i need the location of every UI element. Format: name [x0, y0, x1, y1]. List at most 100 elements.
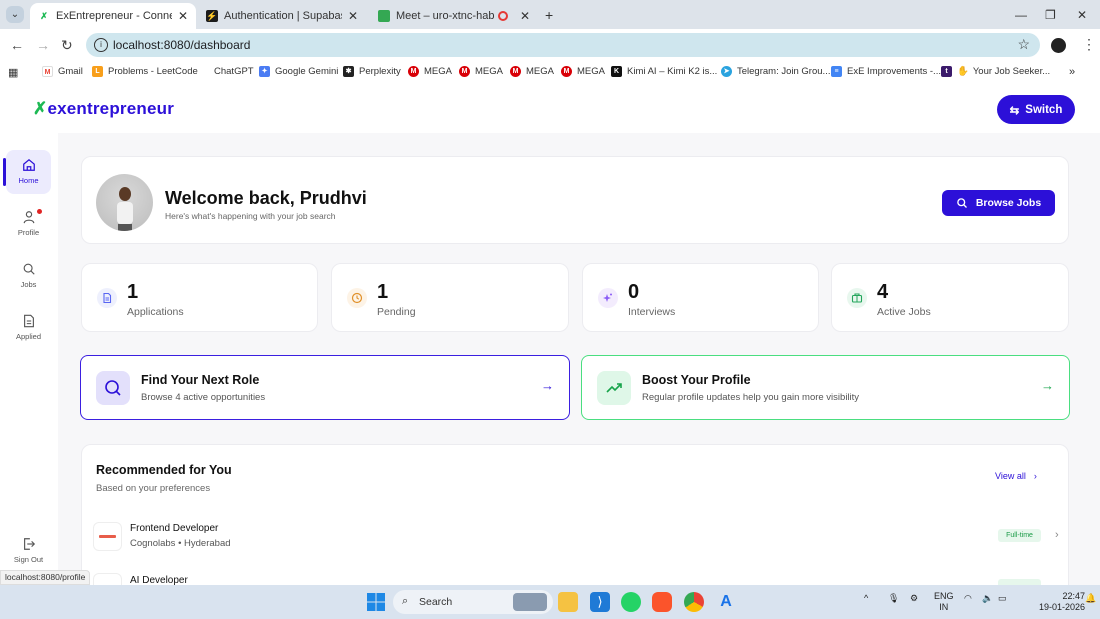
bookmark-perplexity[interactable]: ✱ Perplexity	[343, 66, 401, 77]
forward-icon[interactable]: →	[36, 37, 50, 53]
job-location: Hyderabad	[184, 538, 231, 549]
bookmark-label: Telegram: Join Grou...	[737, 66, 831, 77]
tab-supabase[interactable]: ⚡ Authentication | Supabase ✕	[198, 3, 366, 29]
clock[interactable]: 22:47 19-01-2026	[1039, 591, 1085, 613]
bookmark-mega-2[interactable]: M MEGA	[459, 66, 503, 77]
company-logo	[93, 573, 122, 585]
bookmark-label: Problems - LeetCode	[108, 66, 198, 77]
bookmark-label: Your Job Seeker...	[972, 66, 1051, 77]
vscode-icon[interactable]: ⟩	[590, 592, 610, 612]
clock-icon	[347, 288, 367, 308]
minimize-icon[interactable]: —	[1015, 8, 1027, 22]
sidebar-item-profile[interactable]: Profile	[6, 202, 51, 246]
close-icon[interactable]: ✕	[178, 9, 188, 23]
bookmark-label: Gmail	[58, 66, 83, 77]
bookmark-gmail[interactable]: M Gmail	[42, 66, 83, 77]
boost-profile-card[interactable]: Boost Your Profile Regular profile updat…	[581, 355, 1070, 420]
file-explorer-icon[interactable]	[558, 592, 578, 612]
welcome-card: Welcome back, Prudhvi Here's what's happ…	[81, 156, 1069, 244]
browse-jobs-label: Browse Jobs	[975, 197, 1042, 209]
tab-meet[interactable]: Meet – uro-xtnc-hab ✕	[370, 3, 538, 29]
speaker-icon[interactable]: 🔈	[982, 593, 993, 604]
sign-out-button[interactable]: Sign Out	[6, 529, 51, 573]
brand-logo[interactable]: ✗exentrepreneur	[33, 99, 174, 119]
battery-icon[interactable]: ▭	[998, 593, 1007, 604]
stat-value: 4	[877, 281, 889, 303]
search-icon: ⌕	[402, 595, 409, 607]
bookmark-telegram[interactable]: ➤ Telegram: Join Grou...	[721, 66, 830, 77]
window-close-icon[interactable]: ✕	[1077, 8, 1087, 22]
docs-icon: ≡	[831, 66, 842, 77]
brave-icon[interactable]	[652, 592, 672, 612]
trending-up-icon	[597, 371, 631, 405]
language-indicator[interactable]: ENG IN	[934, 591, 954, 613]
supabase-favicon: ⚡	[206, 10, 218, 22]
taskbar-search[interactable]: ⌕ Search	[393, 590, 553, 614]
notification-bell-icon[interactable]: 🔔	[1085, 593, 1096, 604]
avatar[interactable]	[96, 174, 153, 231]
mega-icon: M	[561, 66, 572, 77]
swap-arrows-icon: ⇆	[1009, 104, 1020, 117]
reload-icon[interactable]: ↻	[61, 37, 73, 54]
browse-jobs-button[interactable]: Browse Jobs	[942, 190, 1055, 216]
home-icon	[22, 158, 35, 171]
stat-value: 1	[377, 281, 389, 303]
antigravity-icon[interactable]: A	[716, 592, 736, 612]
tab-search-button[interactable]: ⌄	[6, 6, 24, 23]
apps-grid-icon[interactable]: ▦	[8, 66, 18, 79]
chevron-right-icon: ›	[1033, 471, 1037, 481]
back-icon[interactable]: ←	[10, 37, 24, 53]
bookmark-label: Google Gemini	[275, 66, 339, 77]
tab-exentrepreneur[interactable]: ✗ ExEntrepreneur - Connect Exite ✕	[30, 3, 196, 29]
close-icon[interactable]: ✕	[348, 9, 358, 23]
bookmark-star-icon[interactable]: ☆	[1017, 36, 1030, 53]
menu-kebab-icon[interactable]: ⋮	[1082, 36, 1096, 53]
url-text[interactable]: localhost:8080/dashboard	[113, 38, 250, 52]
stat-card-active-jobs[interactable]: 4 Active Jobs	[831, 263, 1069, 332]
windows-start-icon[interactable]	[366, 592, 386, 612]
sidebar-item-applied[interactable]: Applied	[6, 306, 51, 350]
restore-icon[interactable]: ❐	[1045, 8, 1056, 22]
site-info-icon[interactable]: i	[94, 38, 108, 52]
sidebar-item-jobs[interactable]: Jobs	[6, 254, 51, 298]
stat-card-interviews[interactable]: 0 Interviews	[582, 263, 819, 332]
bookmark-kimi[interactable]: K Kimi AI – Kimi K2 is...	[611, 66, 717, 77]
stat-label: Active Jobs	[877, 306, 931, 318]
whatsapp-icon[interactable]	[621, 592, 641, 612]
windows-taskbar: ⌕ Search ⟩ A ^ 🎙 ⚙ ENG IN ◠ 🔈 ▭ 22:47 19…	[0, 585, 1100, 619]
job-meta: Cognolabs • Hyderabad	[130, 538, 231, 549]
bookmark-gemini[interactable]: ✦ Google Gemini	[259, 66, 338, 77]
stat-value: 1	[127, 281, 139, 303]
kimi-icon: K	[611, 66, 622, 77]
bookmark-mega-1[interactable]: M MEGA	[408, 66, 452, 77]
stat-card-pending[interactable]: 1 Pending	[331, 263, 569, 332]
section-title: Recommended for You	[96, 463, 232, 477]
find-next-role-card[interactable]: Find Your Next Role Browse 4 active oppo…	[80, 355, 570, 420]
bookmark-label: MEGA	[526, 66, 554, 77]
bookmark-chatgpt[interactable]: ChatGPT	[198, 66, 254, 77]
bookmark-exe-improvements[interactable]: ≡ ExE Improvements -...	[831, 66, 941, 77]
wifi-icon[interactable]: ◠	[964, 593, 972, 604]
bookmark-leetcode[interactable]: L Problems - LeetCode	[92, 66, 198, 77]
switch-label: Switch	[1025, 103, 1063, 116]
bookmark-job-seeker[interactable]: t ✋ Your Job Seeker...	[941, 66, 1050, 77]
chrome-profile-avatar[interactable]	[1051, 38, 1066, 53]
sidebar-item-home[interactable]: Home	[3, 150, 51, 194]
chevron-right-icon: ›	[1055, 529, 1059, 541]
stat-card-applications[interactable]: 1 Applications	[81, 263, 318, 332]
settings-tray-icon[interactable]: ⚙	[910, 593, 918, 604]
chevron-up-icon[interactable]: ^	[864, 593, 868, 603]
microphone-icon[interactable]: 🎙	[888, 593, 899, 604]
bookmarks-bar: ▦ M Gmail L Problems - LeetCode ChatGPT ✦ G…	[0, 61, 1100, 83]
new-tab-icon[interactable]: +	[545, 7, 553, 23]
more-bookmarks-icon[interactable]: »	[1069, 66, 1075, 78]
bookmark-label: Perplexity	[359, 66, 401, 77]
bookmark-mega-3[interactable]: M MEGA	[510, 66, 554, 77]
bookmark-mega-4[interactable]: M MEGA	[561, 66, 605, 77]
close-icon[interactable]: ✕	[520, 9, 530, 23]
switch-button[interactable]: ⇆ Switch	[997, 95, 1075, 124]
address-bar[interactable]: i localhost:8080/dashboard ☆	[86, 33, 1040, 57]
chrome-icon[interactable]	[684, 592, 704, 612]
view-all-link[interactable]: View all ›	[995, 471, 1037, 481]
bookmark-label: ChatGPT	[214, 66, 254, 77]
